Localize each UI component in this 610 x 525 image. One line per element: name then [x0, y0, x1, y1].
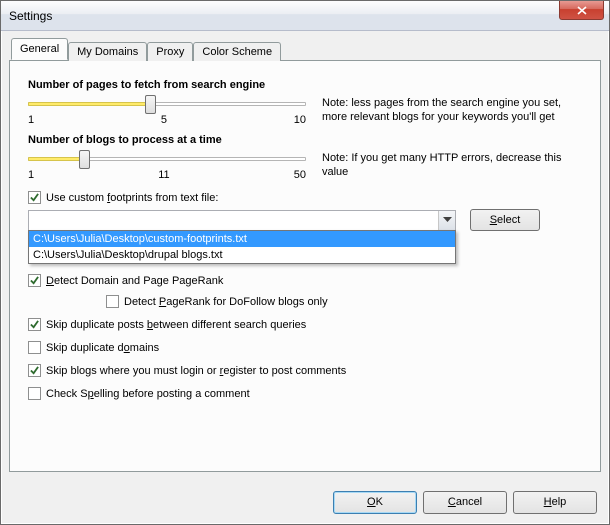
pages-tick-mid: 5	[161, 114, 167, 126]
pages-slider-ticks: 1 5 10	[28, 114, 306, 126]
opt-skip-dup-domains-checkbox[interactable]	[28, 341, 41, 354]
footprints-combo-value	[29, 211, 438, 230]
opt-skip-login-blogs-checkbox[interactable]	[28, 364, 41, 377]
footprints-label: Use custom footprints from text file:	[46, 192, 218, 204]
tab-proxy[interactable]: Proxy	[147, 42, 193, 61]
settings-window: Settings General My Domains Proxy Color …	[0, 0, 610, 525]
cancel-button[interactable]: Cancel	[423, 491, 507, 514]
opt-skip-dup-posts-label: Skip duplicate posts between different s…	[46, 319, 306, 331]
dialog-buttons: OK Cancel Help	[333, 491, 597, 514]
titlebar: Settings	[1, 1, 609, 31]
ok-button[interactable]: OK	[333, 491, 417, 514]
chevron-down-icon	[443, 217, 452, 223]
help-button[interactable]: Help	[513, 491, 597, 514]
tab-general[interactable]: General	[11, 38, 68, 60]
pages-slider-note: Note: less pages from the search engine …	[322, 95, 582, 124]
blogs-tick-max: 50	[294, 169, 306, 181]
blogs-tick-min: 1	[28, 169, 34, 181]
pages-slider-thumb[interactable]	[145, 95, 156, 114]
pages-slider[interactable]	[28, 95, 306, 113]
pages-tick-min: 1	[28, 114, 34, 126]
blogs-slider-thumb[interactable]	[79, 150, 90, 169]
opt-pagerank-dofollow-checkbox[interactable]	[106, 295, 119, 308]
blogs-slider-note: Note: If you get many HTTP errors, decre…	[322, 150, 582, 179]
close-icon	[577, 6, 587, 15]
opt-detect-pagerank-checkbox[interactable]	[28, 274, 41, 287]
pages-slider-label: Number of pages to fetch from search eng…	[28, 79, 582, 91]
footprints-combo-button[interactable]	[438, 211, 455, 230]
blogs-slider[interactable]	[28, 150, 306, 168]
pages-tick-max: 10	[294, 114, 306, 126]
blogs-slider-label: Number of blogs to process at a time	[28, 134, 582, 146]
opt-skip-login-blogs-label: Skip blogs where you must login or regis…	[46, 365, 346, 377]
select-button[interactable]: Select	[470, 209, 540, 231]
footprints-checkbox[interactable]	[28, 191, 41, 204]
opt-pagerank-dofollow-label: Detect PageRank for DoFollow blogs only	[124, 296, 328, 308]
tab-my-domains[interactable]: My Domains	[68, 42, 147, 61]
blogs-tick-mid: 11	[158, 169, 169, 181]
footprints-dropdown: C:\Users\Julia\Desktop\custom-footprints…	[28, 230, 456, 264]
tab-body-general: Number of pages to fetch from search eng…	[9, 60, 601, 472]
blogs-slider-ticks: 1 11 50	[28, 169, 306, 181]
client-area: General My Domains Proxy Color Scheme Nu…	[1, 31, 609, 524]
window-title: Settings	[9, 9, 52, 23]
opt-detect-pagerank-label: Detect Domain and Page PageRank	[46, 275, 223, 287]
close-button[interactable]	[559, 1, 604, 20]
tabs: General My Domains Proxy Color Scheme	[9, 39, 601, 60]
opt-check-spelling-checkbox[interactable]	[28, 387, 41, 400]
opt-check-spelling-label: Check Spelling before posting a comment	[46, 388, 250, 400]
opt-skip-dup-domains-label: Skip duplicate domains	[46, 342, 159, 354]
dropdown-item-1[interactable]: C:\Users\Julia\Desktop\drupal blogs.txt	[29, 247, 455, 263]
opt-skip-dup-posts-checkbox[interactable]	[28, 318, 41, 331]
dropdown-item-0[interactable]: C:\Users\Julia\Desktop\custom-footprints…	[29, 231, 455, 247]
footprints-combo[interactable]	[28, 210, 456, 231]
tab-color-scheme[interactable]: Color Scheme	[193, 42, 281, 61]
